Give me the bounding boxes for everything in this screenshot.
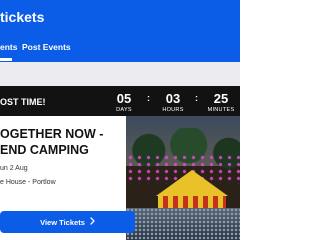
event-venue: e House - Portlow <box>0 179 56 186</box>
countdown-banner: OST TIME! 05 DAYS : 03 HOURS : 25 MINUTE… <box>0 86 240 116</box>
countdown-separator: : <box>195 93 198 103</box>
chevron-right-icon <box>90 217 95 227</box>
countdown-days-label: DAYS <box>116 107 132 113</box>
countdown-days-value: 05 <box>116 91 132 106</box>
header-title: tickets <box>0 9 45 25</box>
tab-upcoming-events[interactable]: ents <box>0 42 17 52</box>
event-date: un 2 Aug <box>0 165 28 172</box>
countdown-separator: : <box>147 93 150 103</box>
view-tickets-button[interactable]: View Tickets <box>0 211 135 233</box>
banner-text: OST TIME! <box>0 97 46 107</box>
event-title[interactable]: OGETHER NOW - END CAMPING <box>0 126 124 158</box>
event-title-line-1: OGETHER NOW - <box>0 127 104 141</box>
countdown-hours-value: 03 <box>165 91 181 106</box>
tab-past-events[interactable]: Post Events <box>22 42 71 52</box>
countdown-minutes-label: MINUTES <box>207 107 235 113</box>
active-tab-indicator <box>0 58 12 61</box>
image-crowd <box>126 208 240 240</box>
event-image[interactable] <box>126 114 240 240</box>
image-tent-roof <box>156 170 228 196</box>
app-header: tickets ents Post Events <box>0 0 240 62</box>
countdown-hours-label: HOURS <box>162 107 184 113</box>
countdown-minutes-value: 25 <box>213 91 229 106</box>
event-title-line-2: END CAMPING <box>0 143 89 157</box>
view-tickets-label: View Tickets <box>40 217 85 227</box>
